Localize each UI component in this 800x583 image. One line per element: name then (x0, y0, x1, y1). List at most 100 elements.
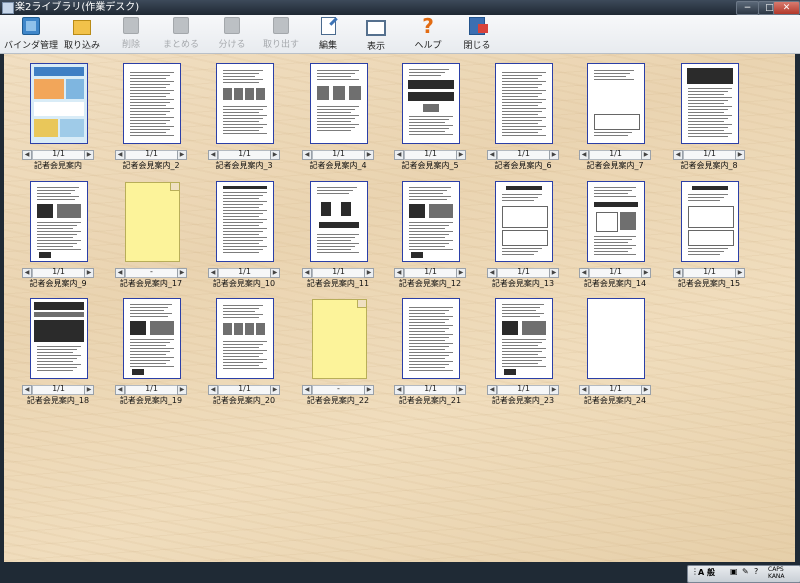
next-page-arrow-icon[interactable]: ▶ (177, 150, 187, 160)
page-detail (130, 99, 174, 100)
page-thumbnail[interactable] (495, 298, 553, 379)
page-thumbnail[interactable] (681, 63, 739, 144)
ime-pad-icon[interactable]: ✎ (742, 567, 749, 576)
prev-page-arrow-icon[interactable]: ◀ (115, 268, 125, 278)
prev-page-arrow-icon[interactable]: ◀ (579, 150, 589, 160)
next-page-arrow-icon[interactable]: ▶ (549, 150, 559, 160)
ime-mode-label[interactable]: A 般 (698, 567, 715, 578)
page-detail (317, 118, 355, 119)
next-page-arrow-icon[interactable]: ▶ (735, 150, 745, 160)
page-thumbnail[interactable] (216, 181, 274, 262)
next-page-arrow-icon[interactable]: ▶ (84, 150, 94, 160)
page-thumbnail[interactable] (587, 181, 645, 262)
page-detail (502, 81, 546, 82)
folder-thumbnail[interactable] (312, 299, 367, 379)
prev-page-arrow-icon[interactable]: ◀ (487, 268, 497, 278)
page-thumbnail[interactable] (681, 181, 739, 262)
binder-manage-button[interactable]: バインダ管理 (4, 16, 58, 52)
next-page-arrow-icon[interactable]: ▶ (641, 385, 651, 395)
page-thumbnail[interactable] (402, 298, 460, 379)
prev-page-arrow-icon[interactable]: ◀ (22, 150, 32, 160)
prev-page-arrow-icon[interactable]: ◀ (302, 385, 312, 395)
page-thumbnail[interactable] (30, 298, 88, 379)
page-thumbnail[interactable] (310, 181, 368, 262)
next-page-arrow-icon[interactable]: ▶ (456, 268, 466, 278)
next-page-arrow-icon[interactable]: ▶ (177, 385, 187, 395)
page-thumbnail[interactable] (402, 63, 460, 144)
page-thumbnail[interactable] (587, 298, 645, 379)
close-window-button[interactable]: ✕ (773, 1, 800, 15)
edit-button[interactable]: 編集 (312, 16, 344, 52)
import-button[interactable]: 取り込み (60, 16, 104, 52)
page-detail (409, 196, 451, 197)
folder-thumbnail[interactable] (125, 182, 180, 262)
merge-button[interactable]: まとめる (160, 16, 202, 52)
page-thumbnail[interactable] (402, 181, 460, 262)
document-name: 記者会見案内_19 (119, 396, 183, 405)
next-page-arrow-icon[interactable]: ▶ (641, 150, 651, 160)
page-thumbnail[interactable] (495, 181, 553, 262)
page-thumbnail[interactable] (30, 181, 88, 262)
next-page-arrow-icon[interactable]: ▶ (177, 268, 187, 278)
next-page-arrow-icon[interactable]: ▶ (270, 150, 280, 160)
view-button[interactable]: 表示 (360, 16, 392, 52)
prev-page-arrow-icon[interactable]: ◀ (394, 268, 404, 278)
prev-page-arrow-icon[interactable]: ◀ (302, 150, 312, 160)
prev-page-arrow-icon[interactable]: ◀ (22, 385, 32, 395)
page-thumbnail[interactable] (216, 63, 274, 144)
prev-page-arrow-icon[interactable]: ◀ (394, 150, 404, 160)
next-page-arrow-icon[interactable]: ▶ (364, 385, 374, 395)
prev-page-arrow-icon[interactable]: ◀ (673, 268, 683, 278)
next-page-arrow-icon[interactable]: ▶ (270, 268, 280, 278)
prev-page-arrow-icon[interactable]: ◀ (487, 150, 497, 160)
page-thumbnail[interactable] (123, 63, 181, 144)
prev-page-arrow-icon[interactable]: ◀ (208, 385, 218, 395)
next-page-arrow-icon[interactable]: ▶ (364, 150, 374, 160)
next-page-arrow-icon[interactable]: ▶ (270, 385, 280, 395)
close-book-button[interactable]: 閉じる (460, 16, 494, 52)
page-count: 1/1 (52, 267, 65, 276)
next-page-arrow-icon[interactable]: ▶ (456, 385, 466, 395)
prev-page-arrow-icon[interactable]: ◀ (579, 268, 589, 278)
page-thumbnail[interactable] (310, 63, 368, 144)
page-thumbnail[interactable] (587, 63, 645, 144)
prev-page-arrow-icon[interactable]: ◀ (208, 150, 218, 160)
next-page-arrow-icon[interactable]: ▶ (364, 268, 374, 278)
help-button[interactable]: ? ヘルプ (412, 16, 444, 52)
page-thumbnail[interactable] (123, 298, 181, 379)
page-thumbnail[interactable] (30, 63, 88, 144)
minimize-button[interactable]: − (736, 1, 759, 15)
prev-page-arrow-icon[interactable]: ◀ (487, 385, 497, 395)
next-page-arrow-icon[interactable]: ▶ (641, 268, 651, 278)
prev-page-arrow-icon[interactable]: ◀ (579, 385, 589, 395)
prev-page-arrow-icon[interactable]: ◀ (22, 268, 32, 278)
delete-button[interactable]: 削除 (114, 16, 148, 52)
page-detail (317, 187, 357, 188)
next-page-arrow-icon[interactable]: ▶ (84, 385, 94, 395)
document-name: 記者会見案内_13 (491, 279, 555, 288)
next-page-arrow-icon[interactable]: ▶ (456, 150, 466, 160)
next-page-arrow-icon[interactable]: ▶ (84, 268, 94, 278)
next-page-arrow-icon[interactable]: ▶ (735, 268, 745, 278)
ime-tools-icon[interactable]: ▣ (730, 567, 738, 576)
ime-help-icon[interactable]: ? (754, 567, 758, 576)
ime-bar[interactable]: ⋮ A 般 ▣ ✎ ? CAPS KANA (687, 565, 800, 583)
prev-page-arrow-icon[interactable]: ◀ (302, 268, 312, 278)
prev-page-arrow-icon[interactable]: ◀ (673, 150, 683, 160)
prev-page-arrow-icon[interactable]: ◀ (115, 385, 125, 395)
prev-page-arrow-icon[interactable]: ◀ (394, 385, 404, 395)
page-thumbnail[interactable] (216, 298, 274, 379)
page-detail (37, 358, 77, 359)
kana-indicator: KANA (768, 573, 785, 580)
prev-page-arrow-icon[interactable]: ◀ (115, 150, 125, 160)
split-button[interactable]: 分ける (214, 16, 250, 52)
page-detail (502, 339, 546, 340)
next-page-arrow-icon[interactable]: ▶ (549, 385, 559, 395)
page-detail (130, 357, 174, 358)
page-detail (502, 117, 546, 118)
page-detail (522, 321, 546, 335)
prev-page-arrow-icon[interactable]: ◀ (208, 268, 218, 278)
page-thumbnail[interactable] (495, 63, 553, 144)
extract-button[interactable]: 取り出す (260, 16, 302, 52)
next-page-arrow-icon[interactable]: ▶ (549, 268, 559, 278)
